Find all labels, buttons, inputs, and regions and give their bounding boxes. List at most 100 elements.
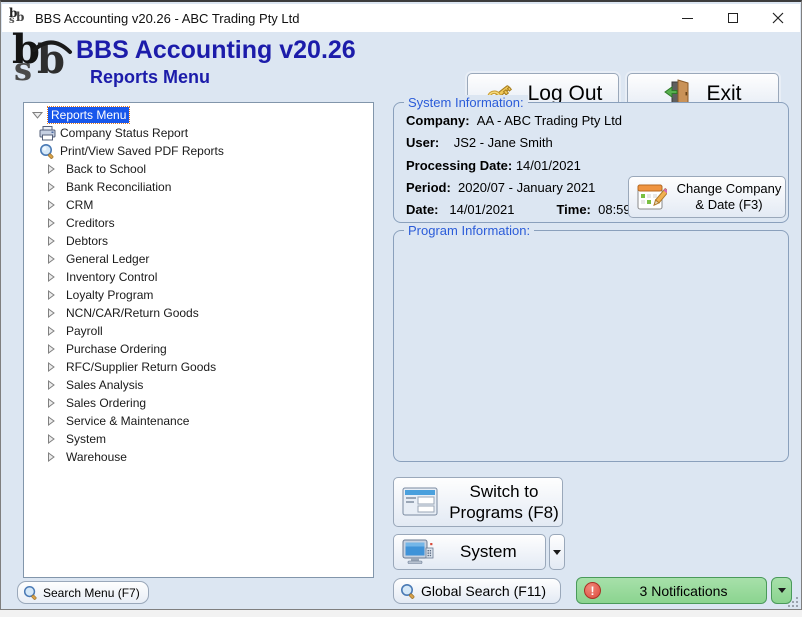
collapsed-triangle-icon[interactable]	[46, 308, 56, 318]
header: b b s BBS Accounting v20.26 Reports Menu	[2, 32, 800, 94]
collapsed-triangle-icon[interactable]	[46, 344, 56, 354]
tree-item-label: Service & Maintenance	[66, 414, 189, 428]
alert-icon: !	[584, 582, 601, 599]
tree-item-label: Warehouse	[66, 450, 127, 464]
tree-item-print-view-saved-pdf-reports[interactable]: Print/View Saved PDF Reports	[24, 142, 373, 160]
collapsed-triangle-icon[interactable]	[46, 164, 56, 174]
collapsed-triangle-icon[interactable]	[46, 326, 56, 336]
date-label: Date:	[406, 202, 439, 217]
period-value: 2020/07 - January 2021	[458, 180, 595, 195]
notifications-label: 3 Notifications	[601, 583, 766, 599]
tree-item-bank-reconciliation[interactable]: Bank Reconciliation	[24, 178, 373, 196]
collapsed-triangle-icon[interactable]	[46, 200, 56, 210]
tree-item-label: Sales Analysis	[66, 378, 143, 392]
resize-grip[interactable]	[786, 598, 798, 607]
program-information-group: Program Information:	[393, 230, 789, 462]
tree-item-company-status-report[interactable]: Company Status Report	[24, 124, 373, 142]
tree-item-service-maintenance[interactable]: Service & Maintenance	[24, 412, 373, 430]
collapsed-triangle-icon[interactable]	[46, 272, 56, 282]
system-dropdown-button[interactable]	[549, 534, 565, 570]
processing-date-value: 14/01/2021	[516, 158, 581, 173]
printer-icon	[38, 126, 56, 141]
time-value: 08:59	[598, 202, 631, 217]
tree-item-system[interactable]: System	[24, 430, 373, 448]
collapsed-triangle-icon[interactable]	[46, 236, 56, 246]
chevron-down-icon	[553, 550, 561, 555]
tree-item-label: System	[66, 432, 106, 446]
close-button[interactable]	[755, 4, 800, 32]
collapsed-triangle-icon[interactable]	[46, 380, 56, 390]
processing-date-row: Processing Date: 14/01/2021	[406, 158, 581, 173]
collapsed-triangle-icon[interactable]	[46, 452, 56, 462]
period-row: Period: 2020/07 - January 2021	[406, 180, 595, 195]
system-information-legend: System Information:	[404, 95, 528, 110]
minimize-button[interactable]	[665, 4, 710, 32]
tree-item-ncn-car-return-goods[interactable]: NCN/CAR/Return Goods	[24, 304, 373, 322]
tree-item-label: Bank Reconciliation	[66, 180, 171, 194]
magnifier-icon	[23, 585, 38, 600]
user-label: User:	[406, 135, 439, 150]
collapsed-triangle-icon[interactable]	[46, 362, 56, 372]
tree-item-sales-ordering[interactable]: Sales Ordering	[24, 394, 373, 412]
tree-item-label: Inventory Control	[66, 270, 157, 284]
change-company-date-button[interactable]: Change Company & Date (F3)	[628, 176, 786, 218]
magnifier-icon	[38, 143, 56, 159]
user-value: JS2 - Jane Smith	[454, 135, 553, 150]
collapsed-triangle-icon[interactable]	[46, 218, 56, 228]
tree-item-label: Creditors	[66, 216, 115, 230]
app-window: b b s BBS Accounting v20.26 - ABC Tradin…	[0, 0, 802, 610]
tree-root-reports-menu[interactable]: Reports Menu	[24, 106, 373, 124]
maximize-button[interactable]	[710, 4, 755, 32]
tree-item-debtors[interactable]: Debtors	[24, 232, 373, 250]
chevron-down-icon	[778, 588, 786, 593]
tree-item-warehouse[interactable]: Warehouse	[24, 448, 373, 466]
tree-item-label: Back to School	[66, 162, 146, 176]
tree-item-label: Payroll	[66, 324, 103, 338]
collapsed-triangle-icon[interactable]	[46, 290, 56, 300]
collapsed-triangle-icon[interactable]	[46, 416, 56, 426]
tree-item-general-ledger[interactable]: General Ledger	[24, 250, 373, 268]
tree-item-purchase-ordering[interactable]: Purchase Ordering	[24, 340, 373, 358]
tree-item-label: Company Status Report	[60, 126, 188, 140]
screen: b b s BBS Accounting v20.26 - ABC Tradin…	[0, 0, 802, 617]
tree-item-back-to-school[interactable]: Back to School	[24, 160, 373, 178]
collapsed-triangle-icon[interactable]	[46, 398, 56, 408]
reports-tree-panel: Reports Menu Company Status Report	[23, 102, 374, 578]
company-label: Company:	[406, 113, 470, 128]
tree-item-inventory-control[interactable]: Inventory Control	[24, 268, 373, 286]
tree-item-label: NCN/CAR/Return Goods	[66, 306, 199, 320]
collapsed-triangle-icon[interactable]	[46, 182, 56, 192]
tree-item-loyalty-program[interactable]: Loyalty Program	[24, 286, 373, 304]
collapsed-triangle-icon[interactable]	[46, 254, 56, 264]
system-label: System	[460, 542, 517, 562]
tree-item-crm[interactable]: CRM	[24, 196, 373, 214]
switch-to-programs-label: Switch to Programs (F8)	[446, 481, 562, 524]
tree-item-rfc-supplier-return-goods[interactable]: RFC/Supplier Return Goods	[24, 358, 373, 376]
collapsed-triangle-icon[interactable]	[46, 434, 56, 444]
global-search-button[interactable]: Global Search (F11)	[393, 578, 561, 604]
search-menu-label: Search Menu (F7)	[43, 586, 140, 600]
tree-item-label: Debtors	[66, 234, 108, 248]
company-row: Company: AA - ABC Trading Pty Ltd	[406, 113, 622, 128]
tree-item-creditors[interactable]: Creditors	[24, 214, 373, 232]
window-controls	[665, 4, 800, 32]
page-title: Reports Menu	[90, 67, 210, 88]
tree-item-payroll[interactable]: Payroll	[24, 322, 373, 340]
search-menu-button[interactable]: Search Menu (F7)	[17, 581, 149, 604]
switch-to-programs-button[interactable]: Switch to Programs (F8)	[393, 477, 563, 527]
system-button[interactable]: System	[393, 534, 546, 570]
global-search-label: Global Search (F11)	[421, 583, 546, 599]
logo-letter: s	[9, 15, 15, 26]
change-company-date-label: Change Company & Date (F3)	[673, 181, 785, 214]
calendar-edit-icon	[635, 181, 667, 213]
processing-date-label: Processing Date:	[406, 158, 512, 173]
notifications-button[interactable]: ! 3 Notifications	[576, 577, 767, 604]
tree-item-sales-analysis[interactable]: Sales Analysis	[24, 376, 373, 394]
tree-item-label: Purchase Ordering	[66, 342, 167, 356]
date-time-row: Date: 14/01/2021Time: 08:59	[406, 202, 631, 217]
tree-item-label: General Ledger	[66, 252, 149, 266]
maximize-icon	[728, 13, 738, 23]
expanded-triangle-icon[interactable]	[31, 110, 43, 120]
app-logo-icon: b b s	[9, 9, 27, 27]
close-icon	[772, 12, 784, 24]
